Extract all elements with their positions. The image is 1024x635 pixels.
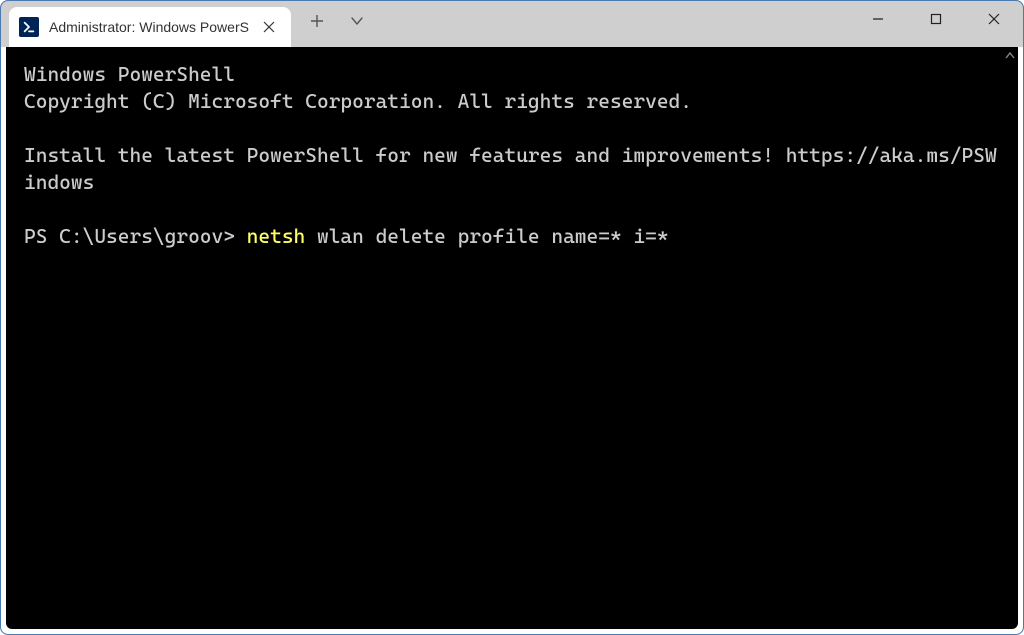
tab-title: Administrator: Windows PowerS (49, 19, 249, 35)
minimize-button[interactable] (849, 1, 907, 37)
close-button[interactable] (965, 1, 1023, 37)
terminal-blank-line (24, 115, 1000, 142)
new-tab-button[interactable] (299, 5, 335, 37)
content-wrapper: Windows PowerShell Copyright (C) Microso… (1, 47, 1023, 634)
tab-actions (299, 1, 375, 47)
window-controls (849, 1, 1023, 47)
terminal-output-line: Windows PowerShell (24, 61, 1000, 88)
active-tab[interactable]: Administrator: Windows PowerS (9, 7, 291, 47)
tab-close-button[interactable] (259, 17, 279, 37)
command-rest: wlan delete profile name=* i=* (305, 224, 668, 248)
titlebar: Administrator: Windows PowerS (1, 1, 1023, 47)
maximize-button[interactable] (907, 1, 965, 37)
tab-dropdown-button[interactable] (339, 5, 375, 37)
terminal-window: Administrator: Windows PowerS (0, 0, 1024, 635)
scrollbar[interactable] (1002, 47, 1018, 629)
terminal-output-line: Install the latest PowerShell for new fe… (24, 142, 1000, 196)
terminal-blank-line (24, 196, 1000, 223)
titlebar-left: Administrator: Windows PowerS (9, 1, 375, 47)
scroll-up-arrow[interactable] (1002, 47, 1018, 65)
command-highlight: netsh (247, 224, 306, 248)
powershell-icon (19, 17, 39, 37)
prompt-prefix: PS C:\Users\groov> (24, 224, 247, 248)
terminal-prompt-line: PS C:\Users\groov> netsh wlan delete pro… (24, 223, 1000, 250)
terminal-output-line: Copyright (C) Microsoft Corporation. All… (24, 88, 1000, 115)
terminal-area[interactable]: Windows PowerShell Copyright (C) Microso… (6, 47, 1018, 629)
